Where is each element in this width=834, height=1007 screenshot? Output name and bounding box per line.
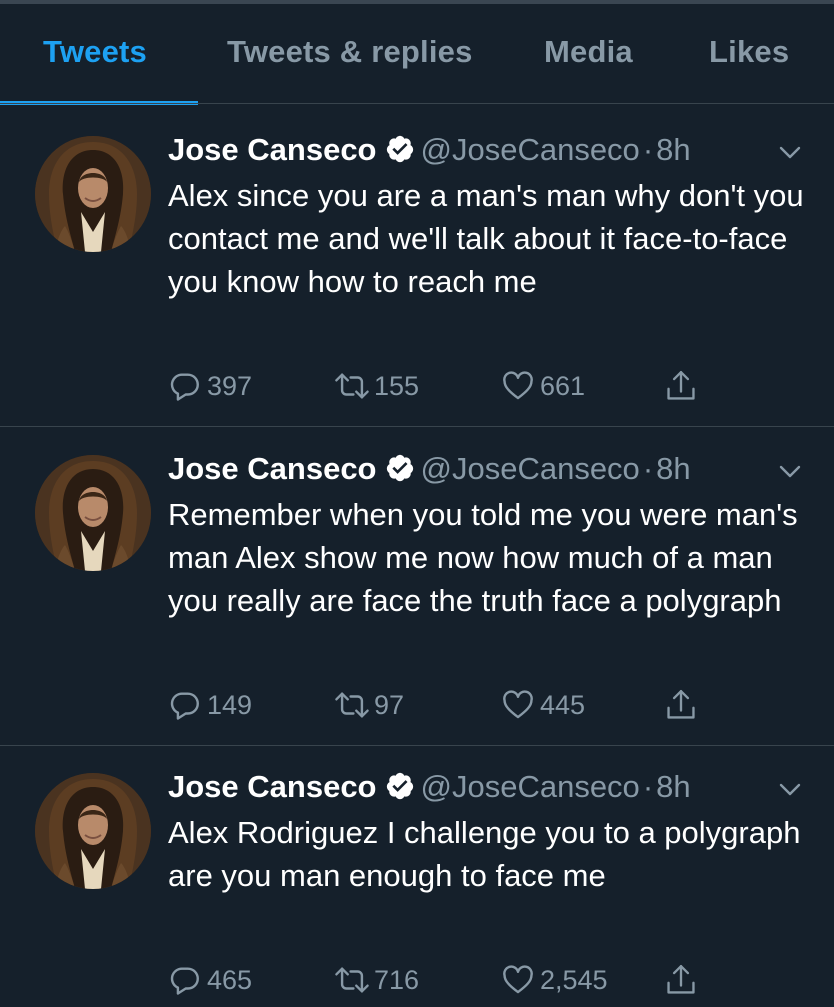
tweet-header: Jose Canseco @JoseCanseco·8h — [168, 449, 691, 489]
tweet[interactable]: Jose Canseco @JoseCanseco·8h Remember when… — [0, 427, 834, 745]
tweet-text: Alex Rodriguez I challenge you to a poly… — [168, 815, 801, 893]
verified-badge-icon — [385, 771, 415, 811]
tweet-timestamp[interactable]: 8h — [656, 769, 690, 804]
avatar[interactable] — [35, 455, 151, 571]
retweet-button[interactable]: 716 — [332, 960, 419, 1000]
retweet-icon — [332, 963, 372, 997]
display-name[interactable]: Jose Canseco — [168, 451, 377, 486]
retweet-icon — [332, 369, 372, 403]
reply-count: 397 — [207, 370, 253, 401]
reply-icon — [168, 963, 202, 997]
reply-icon — [168, 688, 202, 722]
reply-button[interactable]: 397 — [168, 366, 252, 406]
share-button[interactable] — [664, 960, 698, 1000]
like-button[interactable]: 445 — [500, 685, 585, 725]
reply-button[interactable]: 149 — [168, 685, 252, 725]
heart-icon — [500, 963, 536, 997]
chevron-down-icon[interactable] — [776, 775, 804, 803]
retweet-icon — [332, 688, 372, 722]
chevron-down-icon[interactable] — [776, 457, 804, 485]
verified-badge-icon — [385, 134, 415, 174]
profile-tabs: Tweets Tweets & replies Media Likes — [0, 4, 834, 105]
like-button[interactable]: 661 — [500, 366, 585, 406]
tweet-header: Jose Canseco @JoseCanseco·8h — [168, 130, 691, 170]
tweet-actions: 397 155 661 — [168, 366, 728, 406]
reply-count: 465 — [207, 964, 253, 995]
separator-dot: · — [642, 769, 654, 804]
heart-icon — [500, 369, 536, 403]
retweet-button[interactable]: 97 — [332, 685, 404, 725]
share-icon — [664, 962, 698, 998]
like-count: 661 — [540, 370, 586, 401]
reply-button[interactable]: 465 — [168, 960, 252, 1000]
user-handle[interactable]: @JoseCanseco — [421, 132, 640, 167]
share-icon — [664, 368, 698, 404]
display-name[interactable]: Jose Canseco — [168, 769, 377, 804]
verified-badge-icon — [385, 453, 415, 493]
retweet-button[interactable]: 155 — [332, 366, 419, 406]
reply-count: 149 — [207, 689, 253, 720]
share-button[interactable] — [664, 685, 698, 725]
separator-dot: · — [642, 451, 654, 486]
retweet-count: 716 — [374, 964, 420, 995]
tweet[interactable]: Jose Canseco @JoseCanseco·8h Alex Rodrigue… — [0, 746, 834, 1007]
tab-media[interactable]: Media — [544, 34, 633, 70]
avatar[interactable] — [35, 773, 151, 889]
tweet-timestamp[interactable]: 8h — [656, 451, 690, 486]
heart-icon — [500, 688, 536, 722]
tweet-header: Jose Canseco @JoseCanseco·8h — [168, 767, 691, 807]
reply-icon — [168, 369, 202, 403]
retweet-count: 97 — [374, 689, 405, 720]
tweet-actions: 149 97 445 — [168, 685, 728, 725]
tweet[interactable]: Jose Canseco @JoseCanseco·8h Alex since yo… — [0, 104, 834, 426]
chevron-down-icon[interactable] — [776, 138, 804, 166]
tab-likes[interactable]: Likes — [709, 34, 789, 70]
like-count: 2,545 — [540, 964, 608, 995]
retweet-count: 155 — [374, 370, 420, 401]
user-handle[interactable]: @JoseCanseco — [421, 451, 640, 486]
share-icon — [664, 687, 698, 723]
tweet-text: Alex since you are a man's man why don't… — [168, 178, 804, 299]
avatar[interactable] — [35, 136, 151, 252]
display-name[interactable]: Jose Canseco — [168, 132, 377, 167]
like-count: 445 — [540, 689, 586, 720]
like-button[interactable]: 2,545 — [500, 960, 608, 1000]
tweet-timestamp[interactable]: 8h — [656, 132, 690, 167]
tweet-actions: 465 716 2,545 — [168, 960, 728, 1000]
tab-tweets-and-replies[interactable]: Tweets & replies — [227, 34, 473, 70]
tweet-text: Remember when you told me you were man's… — [168, 497, 798, 618]
separator-dot: · — [642, 132, 654, 167]
tab-tweets[interactable]: Tweets — [43, 34, 147, 70]
user-handle[interactable]: @JoseCanseco — [421, 769, 640, 804]
share-button[interactable] — [664, 366, 698, 406]
